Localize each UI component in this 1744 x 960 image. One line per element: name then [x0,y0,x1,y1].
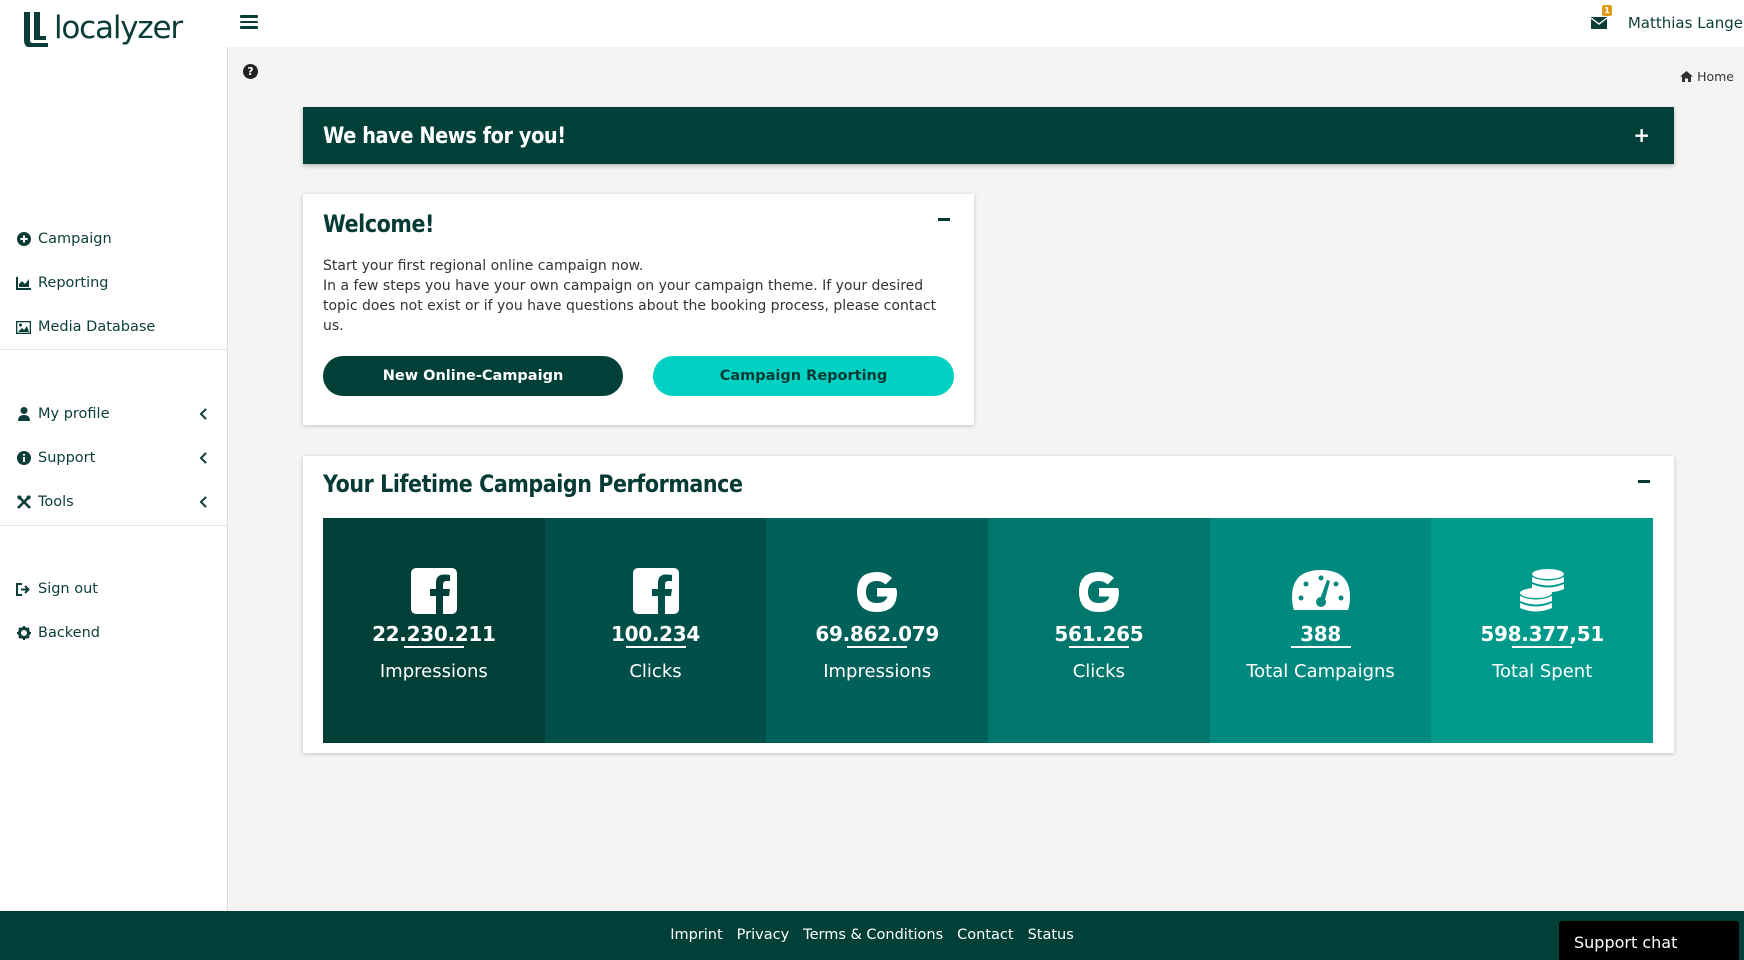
stat-underline [1290,646,1351,648]
area-chart-icon [16,276,31,291]
stat-underline [1512,646,1573,648]
stat-tile-total-campaigns: 388 Total Campaigns [1209,518,1432,743]
sidebar-divider [0,349,228,350]
envelope-icon[interactable] [1590,15,1608,31]
stat-label: Impressions [823,661,932,682]
sidebar-item-label: Backend [38,625,101,641]
notification-badge: 1 [1602,5,1612,16]
stat-value: 388 [1300,622,1341,646]
stat-tile-google-impressions: 69.862.079 Impressions [766,518,989,743]
breadcrumb[interactable]: Home [1680,69,1734,84]
stat-value: 561.265 [1054,622,1144,646]
facebook-icon [410,568,457,614]
facebook-icon [632,568,679,614]
help-icon[interactable]: ? [243,64,258,79]
stat-label: Impressions [379,661,488,682]
performance-title: Your Lifetime Campaign Performance [323,470,743,498]
performance-panel: Your Lifetime Campaign Performance 22.23… [303,456,1674,753]
sidebar-item-tools[interactable]: Tools [0,482,228,522]
plus-circle-icon [16,232,31,247]
google-icon [857,572,898,612]
sidebar-item-label: Tools [38,494,74,510]
stat-value: 69.862.079 [815,622,939,646]
sign-out-icon [16,582,31,597]
stat-tiles: 22.230.211 Impressions 100.234 Clicks 69… [323,518,1654,743]
stat-underline [1068,646,1129,648]
footer-links: Imprint Privacy Terms & Conditions Conta… [0,927,1744,943]
stat-underline [403,646,464,648]
sidebar-item-label: Media Database [38,319,156,335]
sidebar-item-campaign[interactable]: Campaign [0,219,228,259]
sidebar-item-label: Reporting [38,275,109,291]
footer-link-terms[interactable]: Terms & Conditions [803,927,943,943]
footer-link-privacy[interactable]: Privacy [737,927,790,943]
chevron-left-icon [199,408,207,420]
news-title: We have News for you! [323,124,566,149]
logo-mark-icon [24,12,48,48]
stat-value: 598.377,51 [1480,622,1604,646]
stat-tile-google-clicks: 561.265 Clicks [988,518,1210,743]
sidebar-item-media-database[interactable]: Media Database [0,307,228,347]
sidebar-item-sign-out[interactable]: Sign out [0,569,228,609]
collapse-icon[interactable] [938,218,950,221]
sidebar-item-my-profile[interactable]: My profile [0,394,228,434]
stat-underline [847,646,908,648]
stat-value: 22.230.211 [372,622,496,646]
user-name[interactable]: Matthias Lange [1628,14,1743,32]
campaign-reporting-button[interactable]: Campaign Reporting [653,356,954,396]
stat-tile-facebook-impressions: 22.230.211 Impressions [323,518,545,743]
sidebar-item-label: My profile [38,406,110,422]
home-icon [1680,71,1694,82]
footer: Imprint Privacy Terms & Conditions Conta… [0,911,1744,960]
welcome-panel: Welcome! Start your first regional onlin… [303,194,974,425]
sidebar-item-label: Support [38,450,96,466]
footer-link-contact[interactable]: Contact [957,927,1013,943]
welcome-text-line: In a few steps you have your own campaig… [323,278,937,334]
tools-icon [16,495,31,510]
sidebar-item-backend[interactable]: Backend [0,613,228,653]
support-chat-button[interactable]: Support chat [1559,921,1739,960]
footer-link-status[interactable]: Status [1028,927,1074,943]
info-circle-icon [16,451,31,466]
image-icon [16,320,31,335]
google-icon [1078,572,1119,612]
stat-tile-total-spent: 598.377,51 Total Spent [1431,518,1654,743]
user-icon [16,407,31,422]
collapse-icon[interactable] [1638,480,1650,483]
welcome-text: Start your first regional online campaig… [323,256,953,336]
stat-tile-facebook-clicks: 100.234 Clicks [544,518,767,743]
coins-icon [1520,569,1565,612]
stat-label: Clicks [1072,661,1125,682]
logo-text: localyzer [54,9,183,46]
chevron-left-icon [199,496,207,508]
welcome-title: Welcome! [323,210,435,238]
sidebar: Campaign Reporting Media Database My pro… [0,47,228,911]
footer-link-imprint[interactable]: Imprint [670,927,722,943]
chevron-left-icon [199,452,207,464]
stat-value: 100.234 [611,622,700,646]
stat-label: Total Spent [1492,661,1593,682]
stat-label: Clicks [629,661,682,682]
expand-icon[interactable]: + [1633,125,1650,145]
welcome-text-line: Start your first regional online campaig… [323,258,644,274]
menu-toggle-icon[interactable] [240,12,258,32]
logo[interactable]: localyzer [22,9,183,49]
dashboard-icon [1291,570,1350,610]
sidebar-item-support[interactable]: Support [0,438,228,478]
sidebar-item-label: Sign out [38,581,98,597]
sidebar-item-reporting[interactable]: Reporting [0,263,228,303]
top-bar: localyzer 1 Matthias Lange [0,0,1744,49]
sidebar-item-label: Campaign [38,231,112,247]
news-panel: We have News for you! + [303,107,1674,164]
gear-icon [16,626,31,641]
sidebar-divider [0,525,228,526]
breadcrumb-home: Home [1697,69,1734,84]
stat-label: Total Campaigns [1246,661,1395,682]
new-online-campaign-button[interactable]: New Online-Campaign [323,356,623,396]
stat-underline [625,646,686,648]
